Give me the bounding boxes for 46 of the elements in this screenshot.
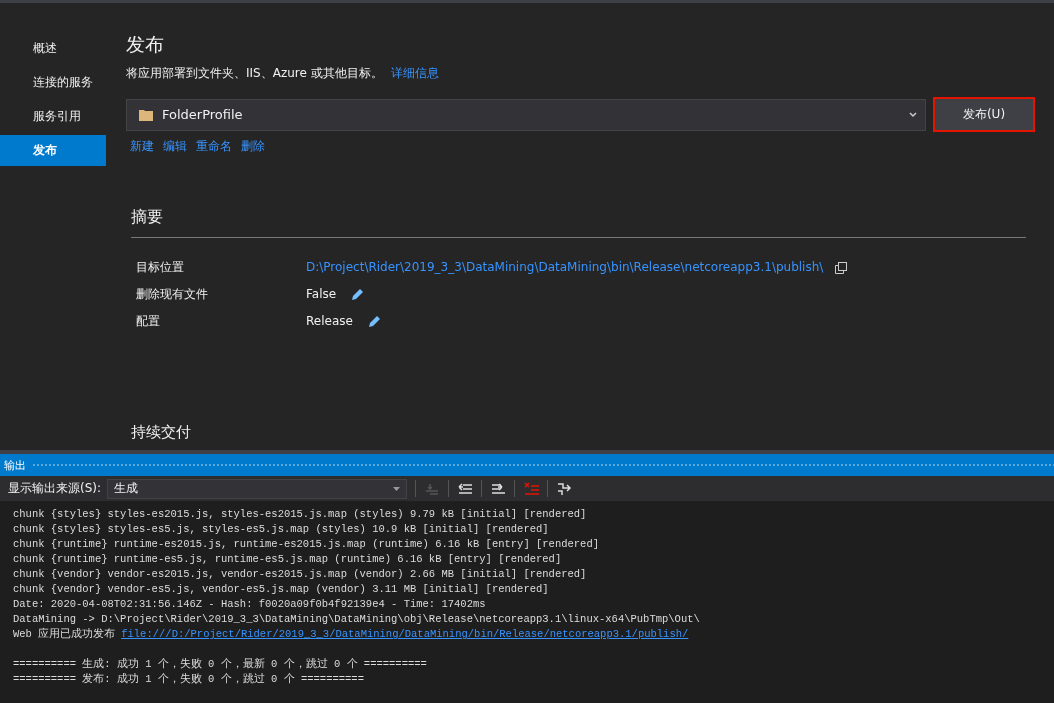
field-value: Release [306, 313, 353, 330]
page-title: 发布 [126, 32, 165, 57]
publish-button[interactable]: 发布(U) [933, 97, 1035, 132]
source-dropdown[interactable]: 生成 [107, 478, 408, 499]
sidebar-item[interactable]: 连接的服务 [0, 67, 106, 98]
section-heading: 持续交付 [131, 423, 192, 442]
source-label: 显示输出来源(S): [8, 480, 102, 497]
copy-icon [835, 261, 848, 274]
log-line: ========== 生成: 成功 1 个，失败 0 个，最新 0 个，跳过 0 个 ========== [13, 658, 427, 670]
field-label: 删除现有文件 [136, 286, 209, 303]
description-text: 将应用部署到文件夹、IIS、Azure 或其他目标。 [126, 65, 383, 82]
log-line: ========== 发布: 成功 1 个，失败 0 个，跳过 0 个 ========== [13, 673, 364, 685]
pencil-icon [367, 315, 381, 328]
wrap-icon[interactable] [556, 480, 573, 497]
action-link[interactable]: 删除 [241, 138, 265, 155]
log-line: chunk {vendor} vendor-es5.js, vendor-es5.js.map (vendor) 3.11 MB [initial] [rendered] [13, 583, 549, 595]
clear-icon[interactable] [523, 480, 540, 497]
previous-icon[interactable] [457, 480, 474, 497]
profile-dropdown[interactable]: FolderProfile [126, 98, 926, 131]
log-line: DataMining -> D:\Project\Rider\2019_3_3\DataMining\DataMining\obj\Release\netcoreapp3.1\linux-x64\PubTmp\Out\ [13, 613, 700, 625]
log-line: chunk {styles} styles-es2015.js, styles-es2015.js.map (styles) 9.79 kB [initial] [rendered] [13, 508, 587, 520]
chevron-down-icon [909, 111, 917, 118]
details-link[interactable]: 详细信息 [390, 65, 439, 82]
path-link[interactable]: D:\Project\Rider\2019_3_3\DataMining\DataMining\bin\Release\netcoreapp3.1\publish\ [306, 258, 824, 277]
sidebar-item[interactable]: 发布 [0, 135, 106, 166]
action-link[interactable]: 新建 [130, 138, 154, 155]
field-label: 目标位置 [136, 259, 185, 276]
field-label: 配置 [136, 313, 161, 330]
next-icon[interactable] [490, 480, 507, 497]
section-heading: 摘要 [131, 207, 1026, 238]
log-line: chunk {styles} styles-es5.js, styles-es5.js.map (styles) 10.9 kB [initial] [rendered] [13, 523, 549, 535]
field-value: False [306, 286, 337, 303]
action-link[interactable]: 重命名 [196, 138, 232, 155]
log-line: chunk {runtime} runtime-es5.js, runtime-es5.js.map (runtime) 6.16 kB [entry] [rendered] [13, 553, 562, 565]
panel-title: 输出 [4, 457, 26, 473]
log-line: chunk {runtime} runtime-es2015.js, runtime-es2015.js.map (runtime) 6.16 kB [entry] [rendered] [13, 538, 599, 550]
action-link[interactable]: 编辑 [163, 138, 187, 155]
log-line: Date: 2020-04-08T02:31:56.146Z - Hash: f0020a09f0b4f92139e4 - Time: 17402ms [13, 598, 486, 610]
file-link[interactable]: file:///D:/Project/Rider/2019_3_3/DataMining/DataMining/bin/Release/netcoreapp3.1/publish/ [121, 628, 689, 640]
log-line: Web 应用已成功发布 [13, 628, 116, 640]
sidebar-item[interactable]: 服务引用 [0, 101, 106, 132]
log-line: chunk {vendor} vendor-es2015.js, vendor-es2015.js.map (vendor) 2.66 MB [initial] [rendered] [13, 568, 587, 580]
pencil-icon [351, 288, 365, 301]
sidebar-item[interactable]: 概述 [0, 33, 106, 64]
caret-down-icon [393, 486, 401, 491]
folder-icon [139, 108, 153, 121]
